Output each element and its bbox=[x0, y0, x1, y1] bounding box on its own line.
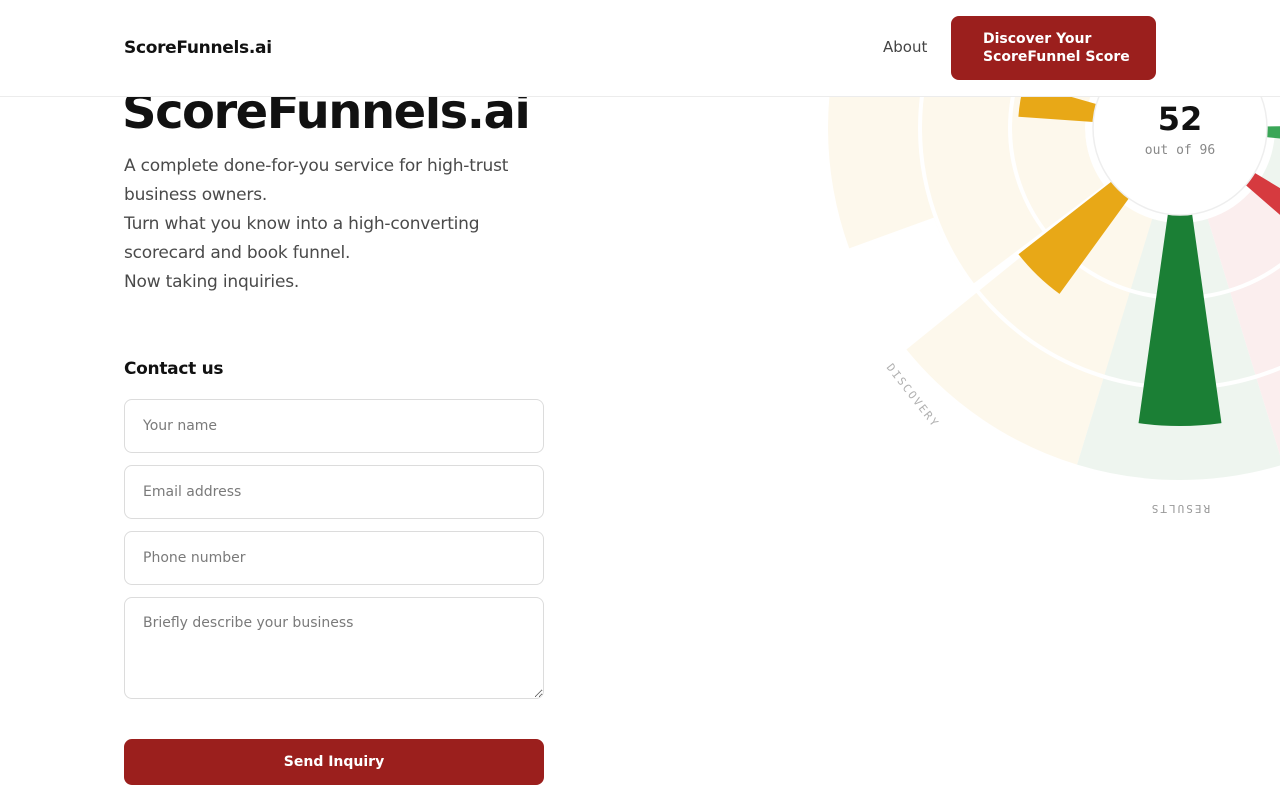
discover-score-button[interactable]: Discover Your ScoreFunnel Score bbox=[951, 16, 1156, 80]
score-value: 52 bbox=[1158, 100, 1203, 138]
cta-line-1: Discover Your bbox=[983, 31, 1092, 47]
score-out-of: out of 96 bbox=[1145, 143, 1215, 158]
results-label: RESULTS bbox=[1150, 502, 1210, 515]
site-header: ScoreFunnels.ai About Discover Your Scor… bbox=[0, 0, 1280, 97]
nav-about-link[interactable]: About bbox=[883, 38, 927, 56]
brand-logo[interactable]: ScoreFunnels.ai bbox=[124, 38, 272, 58]
cta-line-2: ScoreFunnel Score bbox=[983, 49, 1130, 65]
